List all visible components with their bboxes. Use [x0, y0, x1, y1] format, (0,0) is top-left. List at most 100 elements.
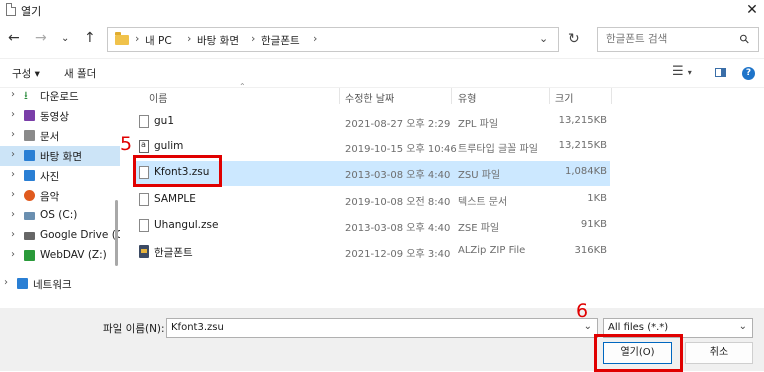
column-header-name[interactable]: 이름: [149, 90, 167, 105]
new-folder-button[interactable]: 새 폴더: [64, 66, 96, 81]
file-size: 13,215KB: [558, 115, 607, 126]
up-arrow-icon[interactable]: ↑: [84, 30, 96, 46]
sidebar-item-webdav[interactable]: › WebDAV (Z:): [0, 246, 120, 266]
search-input[interactable]: [606, 33, 736, 45]
chevron-right-icon[interactable]: ›: [11, 129, 15, 140]
file-modified: 2019-10-08 오전 8:40: [345, 197, 451, 208]
chevron-down-icon[interactable]: ⌄: [539, 32, 548, 45]
title-bar: 열기 ✕: [0, 0, 764, 22]
cancel-button[interactable]: 취소: [685, 342, 753, 364]
chevron-right-icon[interactable]: ›: [11, 249, 15, 260]
breadcrumb-desktop[interactable]: 바탕 화면: [197, 33, 239, 48]
document-icon: [6, 3, 16, 16]
column-divider[interactable]: [611, 88, 612, 104]
sidebar-item-label: 사진: [40, 171, 60, 183]
file-row[interactable]: SAMPLE 2019-10-08 오전 8:40 텍스트 문서 1KB: [134, 188, 610, 213]
chevron-down-icon[interactable]: ⌄: [584, 321, 592, 332]
recent-chevron-icon[interactable]: ⌄: [61, 33, 69, 44]
desktop-icon: [24, 150, 35, 161]
chevron-right-icon[interactable]: ›: [11, 229, 15, 240]
back-arrow-icon[interactable]: ←: [8, 30, 20, 46]
breadcrumb-separator: ›: [313, 32, 318, 45]
breadcrumb-hangul-fonts[interactable]: 한글폰트: [261, 33, 300, 48]
file-size: 13,215KB: [558, 140, 607, 151]
column-header-size[interactable]: 크기: [555, 90, 573, 105]
filename-field[interactable]: Kfont3.zsu ⌄: [166, 318, 598, 338]
sidebar-item-os-c[interactable]: › OS (C:): [0, 206, 120, 226]
sidebar-item-google-drive[interactable]: › Google Drive (G: [0, 226, 120, 246]
sidebar-item-label: 바탕 화면: [40, 151, 82, 163]
highlight-box-open: [594, 334, 683, 372]
file-type: 트루타입 글꼴 파일: [458, 144, 538, 155]
file-icon: [139, 115, 149, 128]
chevron-right-icon[interactable]: ›: [4, 277, 8, 288]
file-type: ALZip ZIP File: [458, 245, 526, 256]
file-name: gulim: [154, 140, 184, 152]
refresh-icon[interactable]: ↻: [568, 31, 580, 47]
file-name: SAMPLE: [154, 193, 196, 205]
chevron-right-icon[interactable]: ›: [11, 89, 15, 100]
file-row[interactable]: 한글폰트 2021-12-09 오후 3:40 ALZip ZIP File 3…: [134, 240, 610, 265]
sidebar-item-label: 문서: [40, 131, 60, 143]
address-bar[interactable]: › 내 PC › 바탕 화면 › 한글폰트 › ⌄: [107, 27, 559, 52]
file-type: ZPL 파일: [458, 119, 499, 130]
music-icon: [24, 190, 35, 201]
file-list: ⌃ 이름 수정한 날짜 유형 크기 gu1 2021-08-27 오후 2:29…: [121, 82, 764, 308]
sidebar-item-documents[interactable]: › 문서: [0, 126, 120, 146]
download-icon: ⭳: [24, 89, 28, 102]
search-box[interactable]: ⚲: [597, 27, 759, 52]
breadcrumb-this-pc[interactable]: 내 PC: [145, 33, 172, 48]
step-6-annotation: 6: [576, 300, 589, 322]
folder-icon: [115, 32, 129, 45]
chevron-right-icon[interactable]: ›: [11, 189, 15, 200]
search-icon[interactable]: ⚲: [737, 31, 753, 47]
column-divider[interactable]: [339, 88, 340, 104]
sidebar-item-downloads[interactable]: › ⭳ 다운로드: [0, 86, 120, 106]
file-row[interactable]: Uhangul.zse 2013-03-08 오후 4:40 ZSE 파일 91…: [134, 214, 610, 239]
file-type: ZSE 파일: [458, 223, 500, 234]
file-type: ZSU 파일: [458, 170, 501, 181]
chevron-down-icon[interactable]: ⌄: [739, 321, 747, 332]
dialog-footer: 파일 이름(N): Kfont3.zsu ⌄ All files (*.*) ⌄…: [0, 300, 764, 372]
file-icon: [139, 193, 149, 206]
file-type: 텍스트 문서: [458, 197, 508, 208]
document-icon: [24, 130, 35, 141]
font-file-icon: [139, 140, 149, 153]
chevron-right-icon[interactable]: ›: [11, 149, 15, 160]
sidebar-item-pictures[interactable]: › 사진: [0, 166, 120, 186]
help-icon[interactable]: ?: [742, 67, 755, 80]
sidebar-item-videos[interactable]: › 동영상: [0, 106, 120, 126]
file-row[interactable]: gu1 2021-08-27 오후 2:29 ZPL 파일 13,215KB: [134, 110, 610, 135]
column-header-type[interactable]: 유형: [458, 90, 476, 105]
file-size: 1,084KB: [564, 166, 607, 177]
sidebar-item-label: WebDAV (Z:): [40, 249, 107, 261]
close-icon[interactable]: ✕: [740, 0, 764, 22]
preview-pane-icon[interactable]: [715, 68, 726, 77]
filename-label: 파일 이름(N):: [103, 323, 165, 335]
file-type-value: All files (*.*): [608, 322, 669, 333]
pictures-icon: [24, 170, 35, 181]
chevron-right-icon[interactable]: ›: [11, 109, 15, 120]
sidebar-item-label: Google Drive (G: [40, 229, 120, 241]
sidebar-item-music[interactable]: › 음악: [0, 186, 120, 206]
organize-button[interactable]: 구성 ▾: [12, 66, 40, 81]
alzip-icon: [139, 245, 149, 258]
file-size: 91KB: [580, 219, 607, 230]
file-modified: 2021-12-09 오후 3:40: [345, 249, 451, 260]
highlight-box-file: [133, 155, 222, 187]
column-divider[interactable]: [451, 88, 452, 104]
sidebar-scrollbar[interactable]: [115, 200, 118, 266]
forward-arrow-icon[interactable]: →: [35, 30, 47, 46]
chevron-right-icon[interactable]: ›: [11, 169, 15, 180]
chevron-right-icon[interactable]: ›: [11, 209, 15, 220]
column-header-modified[interactable]: 수정한 날짜: [345, 90, 394, 105]
sidebar-item-desktop[interactable]: › 바탕 화면: [0, 146, 120, 166]
network-icon: [17, 278, 28, 289]
sidebar-item-label: OS (C:): [40, 209, 78, 221]
sidebar-item-label: 다운로드: [40, 91, 79, 103]
drive-icon: [24, 212, 35, 220]
view-options-icon[interactable]: ☰ ▾: [672, 64, 692, 79]
column-divider[interactable]: [549, 88, 550, 104]
sidebar-item-network[interactable]: › 네트워크: [0, 274, 120, 294]
file-name: Uhangul.zse: [154, 219, 219, 231]
